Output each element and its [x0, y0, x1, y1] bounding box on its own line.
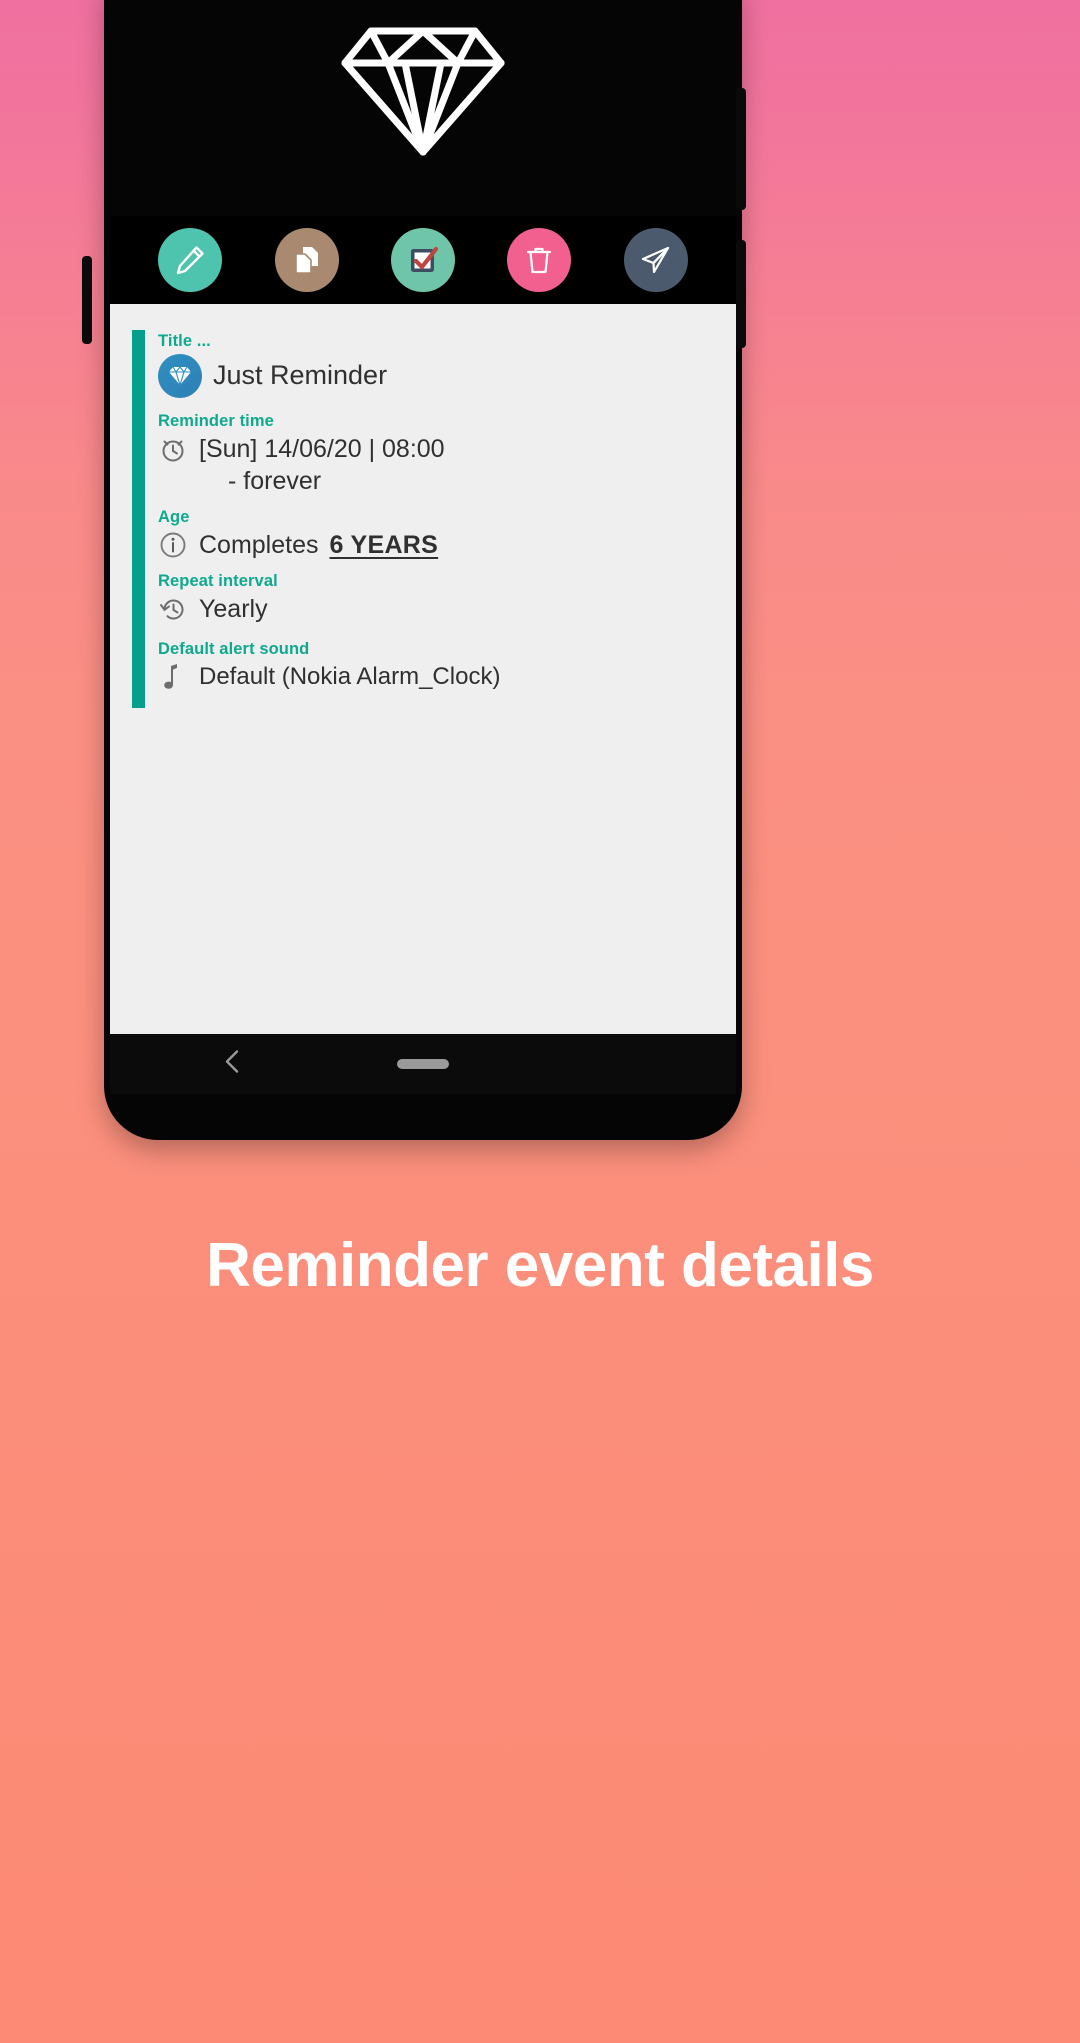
checkbox-icon	[410, 246, 439, 272]
age-prefix: Completes	[199, 530, 319, 559]
info-icon	[158, 530, 188, 560]
field-title: Title ... Just Reminder	[158, 332, 720, 398]
field-alert-sound: Default alert sound Default (Nokia Alarm…	[158, 640, 720, 692]
duplicate-button[interactable]	[274, 228, 339, 292]
action-button-bar	[110, 216, 736, 304]
field-label-age: Age	[158, 508, 190, 526]
title-text: Just Reminder	[213, 360, 388, 391]
trash-icon	[527, 247, 552, 274]
share-button[interactable]	[623, 228, 688, 292]
field-value-reminder-time: [Sun] 14/06/20 | 08:00	[158, 434, 720, 464]
reminder-time-text: [Sun] 14/06/20 | 08:00	[199, 434, 445, 463]
field-value-title: Just Reminder	[158, 354, 720, 398]
field-value-repeat-interval: Yearly	[158, 594, 720, 624]
alarm-clock-icon	[158, 434, 188, 464]
music-note-icon	[158, 662, 188, 692]
field-label-alert-sound: Default alert sound	[158, 640, 310, 658]
field-value-alert-sound: Default (Nokia Alarm_Clock)	[158, 662, 720, 692]
power-button[interactable]	[736, 88, 746, 210]
field-repeat-interval: Repeat interval Yearly	[158, 572, 720, 624]
android-nav-bar	[110, 1034, 736, 1094]
app-hero-banner	[110, 0, 736, 216]
phone-screen: Title ... Just Reminder Reminder time [S…	[110, 0, 736, 1094]
field-reminder-time: Reminder time [Sun] 14/06/20 | 08:00 - f…	[158, 412, 720, 496]
caption-text: Reminder event details	[206, 1231, 874, 1300]
field-value-age: Completes 6 YEARS	[158, 530, 720, 560]
reminder-time-until: - forever	[228, 467, 322, 495]
repeat-interval-text: Yearly	[199, 594, 268, 623]
detail-field-list: Title ... Just Reminder Reminder time [S…	[110, 332, 736, 692]
copy-icon	[294, 247, 318, 274]
send-icon	[641, 246, 669, 274]
alert-sound-text: Default (Nokia Alarm_Clock)	[199, 663, 501, 691]
volume-button[interactable]	[736, 240, 746, 348]
reminder-detail-card: Title ... Just Reminder Reminder time [S…	[110, 304, 736, 1034]
history-icon	[158, 594, 188, 624]
chevron-left-icon[interactable]	[222, 1049, 244, 1080]
field-age: Age Completes 6 YEARS	[158, 508, 720, 560]
age-value: 6 YEARS	[329, 530, 439, 559]
pencil-icon	[176, 246, 204, 275]
field-label-repeat-interval: Repeat interval	[158, 572, 278, 590]
side-button[interactable]	[82, 256, 92, 344]
field-label-title: Title ...	[158, 332, 211, 350]
home-indicator[interactable]	[397, 1059, 449, 1069]
delete-button[interactable]	[507, 228, 572, 292]
complete-button[interactable]	[390, 228, 455, 292]
diamond-icon	[341, 27, 505, 155]
diamond-avatar-icon	[158, 354, 202, 398]
field-label-reminder-time: Reminder time	[158, 412, 274, 430]
accent-bar	[132, 330, 145, 708]
edit-button[interactable]	[158, 228, 223, 292]
